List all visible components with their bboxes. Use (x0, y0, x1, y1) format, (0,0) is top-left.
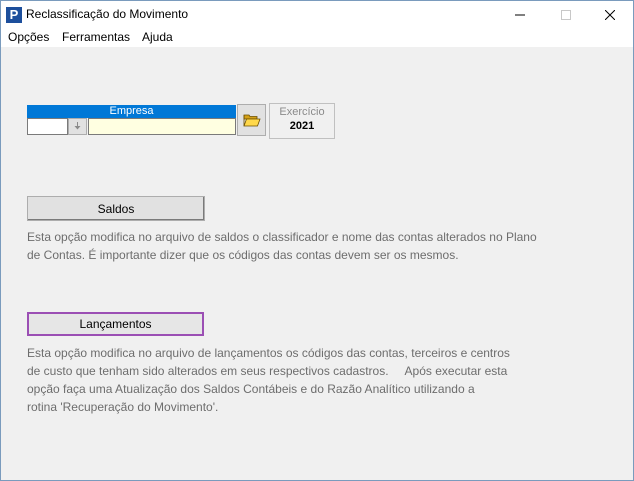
maximize-icon (561, 10, 571, 20)
browse-empresa-button[interactable] (237, 104, 266, 136)
lancamentos-description: Esta opção modifica no arquivo de lançam… (27, 346, 510, 414)
main-window: P Reclassificação do Movimento Opções Fe… (0, 0, 634, 481)
close-button[interactable] (587, 1, 633, 29)
maximize-button[interactable] (543, 1, 589, 29)
exercicio-label: Exercício (279, 106, 325, 118)
app-icon: P (6, 7, 22, 23)
empresa-code-field[interactable] (27, 118, 68, 135)
empresa-name-field[interactable] (88, 118, 236, 135)
close-icon (605, 10, 615, 20)
menu-ajuda[interactable]: Ajuda (142, 30, 173, 44)
open-folder-icon (242, 114, 261, 127)
title-bar[interactable]: P Reclassificação do Movimento (1, 1, 633, 29)
exercicio-box[interactable]: Exercício 2021 (269, 103, 335, 139)
lancamentos-button[interactable]: Lançamentos (27, 312, 204, 336)
minimize-icon (515, 14, 525, 16)
menu-opcoes[interactable]: Opções (8, 30, 49, 44)
empresa-label: Empresa (27, 105, 236, 118)
empresa-dropdown-button[interactable] (68, 118, 87, 135)
window-title: Reclassificação do Movimento (26, 7, 189, 21)
dropdown-arrow-icon (74, 122, 81, 130)
menu-bar: Opções Ferramentas Ajuda (1, 29, 633, 47)
menu-ferramentas[interactable]: Ferramentas (62, 30, 130, 44)
saldos-button[interactable]: Saldos (27, 196, 205, 221)
saldos-description: Esta opção modifica no arquivo de saldos… (27, 230, 537, 262)
minimize-button[interactable] (497, 1, 543, 29)
exercicio-value: 2021 (289, 120, 315, 132)
